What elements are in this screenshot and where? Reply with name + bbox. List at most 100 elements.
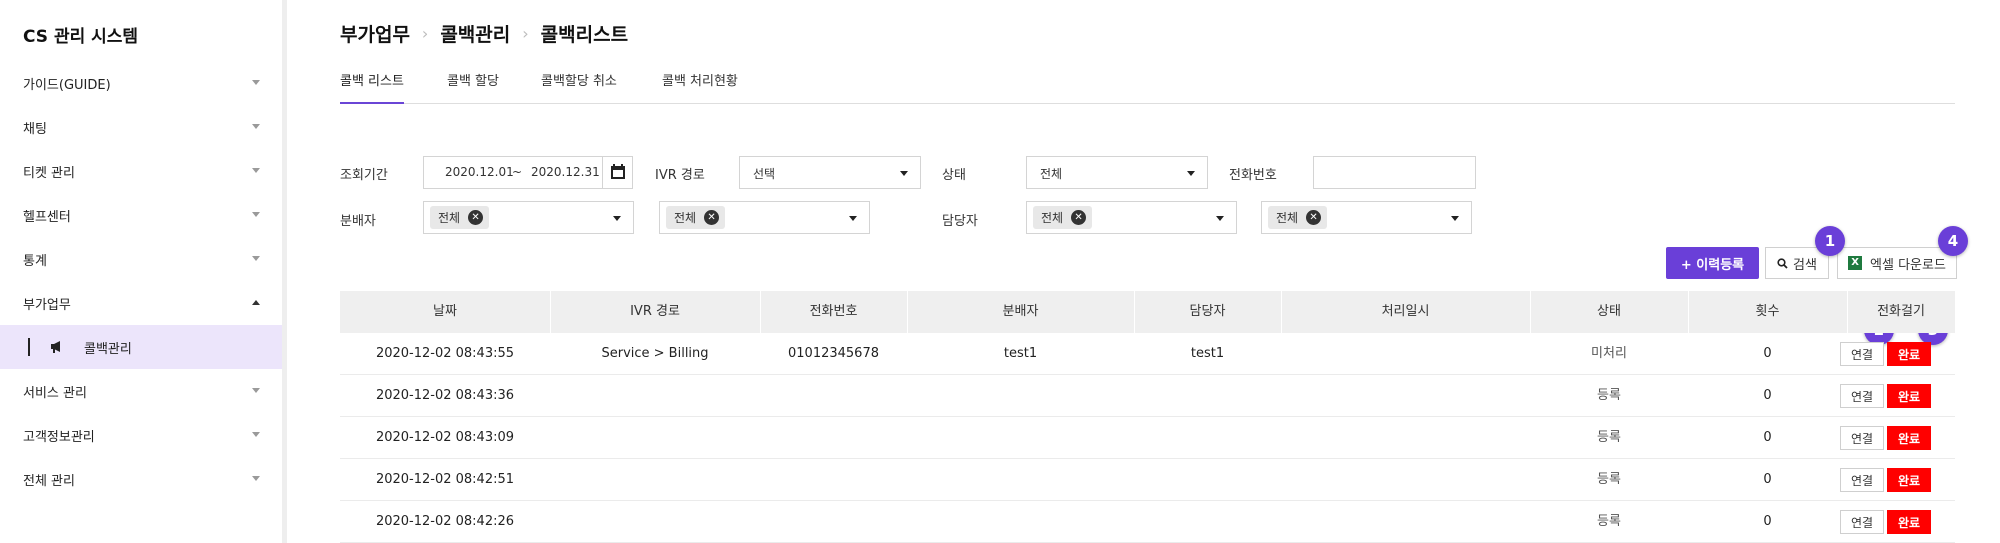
tab-callback-assign[interactable]: 콜백 할당 (447, 70, 499, 104)
cell-phone (760, 459, 907, 501)
cell-date: 2020-12-02 08:43:36 (375, 388, 515, 403)
cell-ivr (550, 417, 760, 459)
connect-button[interactable]: 연결 (1840, 468, 1884, 492)
sidebar-item-customer[interactable]: 고객정보관리 (0, 413, 282, 457)
excel-download-button[interactable]: X 엑셀 다운로드 (1837, 247, 1957, 279)
connect-button[interactable]: 연결 (1840, 426, 1884, 450)
table-row[interactable]: 2020-12-02 08:43:55 Service > Billing 01… (340, 333, 1955, 375)
cell-processed-at (1281, 333, 1530, 375)
table-row[interactable]: 2020-12-02 08:42:51 등록 0 연결 완료 (340, 459, 1955, 501)
status-label: 상태 (942, 168, 966, 183)
sidebar-item-admin[interactable]: 전체 관리 (0, 457, 282, 501)
tab-callback-unassign[interactable]: 콜백할당 취소 (541, 70, 617, 104)
ivr-select-value: 선택 (753, 167, 776, 181)
cell-manager (1134, 501, 1281, 543)
close-icon[interactable]: ✕ (704, 210, 720, 225)
complete-button[interactable]: 완료 (1887, 510, 1931, 534)
annotation-badge-4: 4 (1938, 226, 1968, 256)
table-header: 날짜 IVR 경로 전화번호 분배자 담당자 처리일시 상태 횟수 전화걸기 (340, 291, 1955, 333)
period-label: 조회기간 (340, 168, 388, 183)
chevron-right-icon: › (421, 24, 429, 43)
sidebar-item-extra-work[interactable]: 부가업무 (0, 281, 282, 325)
cell-manager (1134, 375, 1281, 417)
chevron-right-icon: › (522, 24, 529, 43)
cell-date: 2020-12-02 08:42:26 (375, 514, 515, 529)
cell-count: 0 (1763, 388, 1772, 403)
column-header-ivr: IVR 경로 (630, 304, 680, 319)
distributor-select[interactable]: 전체 ✕ (423, 201, 634, 234)
date-range-picker[interactable]: 2020.12.01 ~ 2020.12.31 (423, 156, 633, 189)
sidebar-item-label: 고객정보관리 (23, 429, 95, 445)
phone-input[interactable] (1313, 156, 1476, 189)
cell-processed-at (1281, 417, 1530, 459)
annotation-badge-1: 1 (1815, 226, 1845, 256)
register-history-button[interactable]: + 이력등록 (1666, 247, 1759, 279)
cell-manager (1134, 417, 1281, 459)
complete-button[interactable]: 완료 (1887, 384, 1931, 408)
sidebar-item-ticket[interactable]: 티켓 관리 (0, 149, 282, 193)
table-row[interactable]: 2020-12-02 08:43:36 등록 0 연결 완료 (340, 375, 1955, 417)
cell-phone (760, 375, 907, 417)
complete-button[interactable]: 완료 (1887, 468, 1931, 492)
table-row[interactable]: 2020-12-02 08:42:26 등록 0 연결 완료 (340, 501, 1955, 543)
chevron-down-icon (252, 212, 260, 217)
sidebar-item-chat[interactable]: 채팅 (0, 105, 282, 149)
distributor-label: 분배자 (340, 214, 376, 229)
table-row[interactable]: 2020-12-02 08:43:09 등록 0 연결 완료 (340, 417, 1955, 459)
tab-bar: 콜백 리스트 콜백 할당 콜백할당 취소 콜백 처리현황 (340, 70, 1955, 104)
sidebar-item-helpcenter[interactable]: 헬프센터 (0, 193, 282, 237)
cell-status: 등록 (1597, 472, 1621, 487)
complete-button[interactable]: 완료 (1887, 342, 1931, 366)
sidebar-subitem-callback[interactable]: 콜백관리 (0, 325, 282, 369)
sidebar-item-stats[interactable]: 통계 (0, 237, 282, 281)
manager-select[interactable]: 전체 ✕ (1026, 201, 1237, 234)
app-title: CS 관리 시스템 (23, 27, 139, 47)
sidebar-item-guide[interactable]: 가이드(GUIDE) (0, 61, 282, 105)
cell-status: 미처리 (1591, 346, 1627, 361)
sidebar-item-label: 채팅 (23, 121, 47, 137)
cell-distributor (907, 459, 1134, 501)
connect-button[interactable]: 연결 (1840, 342, 1884, 366)
chevron-down-icon (1216, 216, 1224, 221)
date-from: 2020.12.01 (445, 165, 514, 179)
calendar-icon[interactable] (602, 157, 632, 188)
breadcrumb: 부가업무 › 콜백관리 › 콜백리스트 (340, 20, 628, 47)
cell-phone (760, 417, 907, 459)
cell-count: 0 (1763, 346, 1772, 361)
status-select[interactable]: 전체 (1026, 156, 1208, 189)
connect-button[interactable]: 연결 (1840, 510, 1884, 534)
column-header-phone: 전화번호 (809, 304, 858, 319)
cell-distributor (907, 417, 1134, 459)
chevron-down-icon (252, 432, 260, 437)
sidebar-subitem-label: 콜백관리 (84, 342, 132, 357)
close-icon[interactable]: ✕ (468, 210, 484, 225)
breadcrumb-item[interactable]: 부가업무 (340, 20, 410, 47)
search-button-label: 검색 (1793, 257, 1817, 273)
cell-date: 2020-12-02 08:43:09 (375, 430, 515, 445)
distributor-detail-select[interactable]: 전체 ✕ (659, 201, 870, 234)
cell-status: 등록 (1597, 430, 1621, 445)
breadcrumb-item[interactable]: 콜백관리 (440, 20, 510, 47)
manager-chip: 전체 ✕ (1033, 206, 1093, 229)
active-indicator (28, 338, 30, 356)
manager-detail-select[interactable]: 전체 ✕ (1261, 201, 1472, 234)
complete-button[interactable]: 완료 (1887, 426, 1931, 450)
connect-button[interactable]: 연결 (1840, 384, 1884, 408)
chevron-down-icon (252, 256, 260, 261)
megaphone-icon (50, 340, 64, 357)
close-icon[interactable]: ✕ (1306, 210, 1322, 225)
cell-phone (760, 501, 907, 543)
manager-detail-chip: 전체 ✕ (1268, 206, 1328, 229)
close-icon[interactable]: ✕ (1071, 210, 1087, 225)
tab-callback-status[interactable]: 콜백 처리현황 (662, 70, 738, 104)
sidebar-item-service[interactable]: 서비스 관리 (0, 369, 282, 413)
chevron-down-icon (1451, 216, 1459, 221)
cell-date: 2020-12-02 08:43:55 (375, 346, 515, 361)
chevron-up-icon (252, 300, 260, 305)
sidebar-divider (282, 0, 287, 543)
cell-processed-at (1281, 375, 1530, 417)
tab-callback-list[interactable]: 콜백 리스트 (340, 70, 404, 104)
ivr-select[interactable]: 선택 (739, 156, 921, 189)
date-separator: ~ (512, 165, 523, 179)
date-to: 2020.12.31 (531, 165, 600, 179)
